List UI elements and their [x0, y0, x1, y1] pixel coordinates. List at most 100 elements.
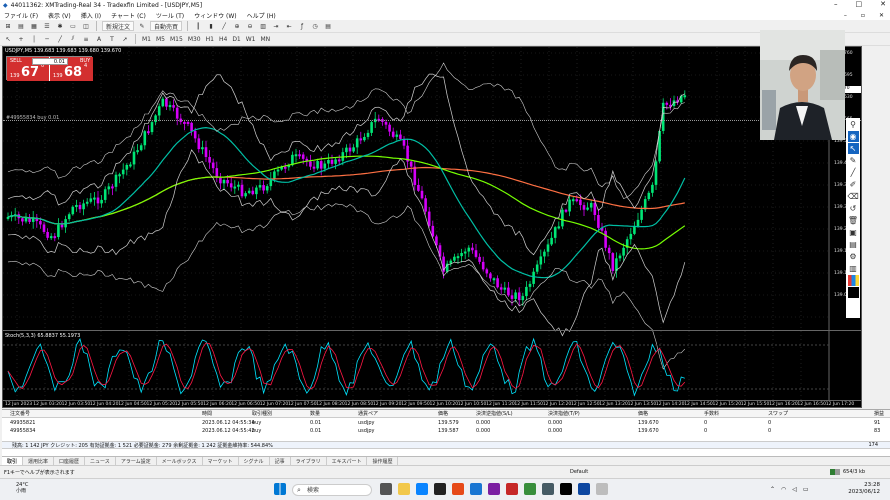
terminal-tab[interactable]: マーケット	[203, 457, 239, 465]
auto-scroll-icon[interactable]: ⇥	[271, 21, 281, 31]
zoom-out-icon[interactable]: ⊖	[245, 21, 255, 31]
undo-icon[interactable]: ↺	[848, 203, 859, 214]
vertical-line-icon[interactable]: │	[29, 34, 39, 44]
child-restore-button[interactable]: ▫	[861, 12, 865, 19]
market-watch-icon[interactable]: ▦	[29, 21, 39, 31]
price-chart[interactable]	[3, 47, 862, 408]
label-icon[interactable]: T	[107, 34, 117, 44]
minimize-button[interactable]: –	[834, 0, 838, 8]
menu-insert[interactable]: 挿入 (I)	[81, 11, 101, 20]
data-window-icon[interactable]: ☰	[42, 21, 52, 31]
tf-mn[interactable]: MN	[260, 34, 272, 44]
lot-size-input[interactable]: 0.01	[32, 58, 68, 65]
candle-chart-icon[interactable]: ▮	[206, 21, 216, 31]
crosshair-icon[interactable]: +	[16, 34, 26, 44]
col-cur-price[interactable]: 価格	[638, 410, 648, 417]
pin-icon[interactable]: ⚲	[848, 119, 859, 130]
terminal-icon[interactable]: ▭	[68, 21, 78, 31]
col-commission[interactable]: 手数料	[704, 410, 719, 417]
tf-h1[interactable]: H1	[205, 34, 215, 44]
terminal-tab[interactable]: 操作履歴	[367, 457, 399, 465]
col-time[interactable]: 時間	[202, 410, 212, 417]
pencil-icon[interactable]: ✎	[848, 155, 859, 166]
app-icon-4[interactable]	[506, 483, 518, 495]
menu-file[interactable]: ファイル (F)	[4, 11, 38, 20]
fibonacci-icon[interactable]: ≡	[81, 34, 91, 44]
app-icon-5[interactable]	[524, 483, 536, 495]
stochastic-separator[interactable]	[3, 330, 861, 331]
col-swap[interactable]: スワップ	[768, 410, 788, 417]
maximize-button[interactable]: □	[856, 0, 863, 8]
tf-w1[interactable]: W1	[245, 34, 257, 44]
navigator-icon[interactable]: ✱	[55, 21, 65, 31]
settings-icon[interactable]: ⚙	[848, 251, 859, 262]
edge-icon[interactable]	[416, 483, 428, 495]
mt4-icon[interactable]	[578, 483, 590, 495]
bar-chart-icon[interactable]: ┃	[193, 21, 203, 31]
eraser-icon[interactable]: ⌫	[848, 191, 859, 202]
task-view-icon[interactable]	[380, 483, 392, 495]
trade-row[interactable]: 49935821 2023.06.12 04:55:34 buy 0.01 usdjpy…	[2, 419, 890, 427]
terminal-tab[interactable]: メールボックス	[157, 457, 203, 465]
col-symbol[interactable]: 通貨ペア	[358, 410, 378, 417]
col-profit[interactable]: 損益	[874, 410, 884, 417]
zoom-in-icon[interactable]: ⊕	[232, 21, 242, 31]
trendline-icon[interactable]: ╱	[55, 34, 65, 44]
chart-window[interactable]: USDJPY,M5 139.683 139.683 139.680 139.67…	[2, 46, 862, 408]
channel-icon[interactable]: ⫽	[68, 34, 78, 44]
indicators-icon[interactable]: ƒ	[297, 21, 307, 31]
eye-icon[interactable]: ◉	[847, 131, 859, 142]
app-icon-1[interactable]	[434, 483, 446, 495]
child-minimize-button[interactable]: –	[844, 12, 847, 19]
terminal-tab[interactable]: 記事	[270, 457, 291, 465]
tf-m5[interactable]: M5	[155, 34, 166, 44]
chevron-up-icon[interactable]: ⌃	[770, 486, 775, 493]
file-explorer-icon[interactable]	[398, 483, 410, 495]
tf-m15[interactable]: M15	[169, 34, 184, 44]
menu-help[interactable]: ヘルプ (H)	[247, 11, 276, 20]
camera-icon[interactable]: ▣	[848, 227, 859, 238]
app-icon-8[interactable]	[596, 483, 608, 495]
tf-m30[interactable]: M30	[187, 34, 202, 44]
profiles-icon[interactable]: ▤	[16, 21, 26, 31]
terminal-tab[interactable]: 運用比率	[23, 457, 55, 465]
col-type[interactable]: 取引種別	[252, 410, 272, 417]
horizontal-line-icon[interactable]: ─	[42, 34, 52, 44]
trash-icon[interactable]: 🗑	[848, 215, 859, 226]
wifi-icon[interactable]: ◠	[781, 486, 786, 493]
menu-chart[interactable]: チャート (C)	[111, 11, 146, 20]
col-price[interactable]: 価格	[438, 410, 448, 417]
periods-icon[interactable]: ◷	[310, 21, 320, 31]
arrow-icon[interactable]: ➚	[120, 34, 130, 44]
col-tp[interactable]: 決済指値(T/P)	[548, 410, 580, 417]
close-button[interactable]: ✕	[880, 0, 886, 8]
terminal-tab[interactable]: ライブラリ	[291, 457, 327, 465]
line-tool-icon[interactable]: ╱	[848, 167, 859, 178]
tf-h4[interactable]: H4	[218, 34, 228, 44]
save-icon[interactable]: ▤	[848, 239, 859, 250]
menu-window[interactable]: ウィンドウ (W)	[194, 11, 237, 20]
col-size[interactable]: 数量	[310, 410, 320, 417]
app-icon-7[interactable]	[560, 483, 572, 495]
templates-icon[interactable]: ▤	[323, 21, 333, 31]
metaeditor-icon[interactable]: ✎	[137, 21, 147, 31]
new-chart-icon[interactable]: ⊞	[3, 21, 13, 31]
color-palette-icon[interactable]	[847, 275, 859, 286]
color-black-icon[interactable]	[847, 287, 859, 298]
brush-icon[interactable]: ✐	[848, 179, 859, 190]
tf-d1[interactable]: D1	[231, 34, 241, 44]
start-icon[interactable]	[274, 483, 286, 495]
terminal-tab[interactable]: アラーム設定	[116, 457, 157, 465]
tile-windows-icon[interactable]: ▥	[258, 21, 268, 31]
chrome-icon[interactable]	[452, 483, 464, 495]
app-icon-6[interactable]	[542, 483, 554, 495]
battery-icon[interactable]: ▭	[803, 486, 809, 493]
print-icon[interactable]: ▥	[848, 263, 859, 274]
child-close-button[interactable]: ✕	[879, 12, 884, 19]
col-ticket[interactable]: 注文番号	[10, 410, 30, 417]
menu-view[interactable]: 表示 (V)	[48, 11, 71, 20]
menu-tools[interactable]: ツール (T)	[156, 11, 184, 20]
tester-icon[interactable]: ◫	[81, 21, 91, 31]
new-order-button[interactable]: 新規注文	[102, 21, 135, 31]
order-line[interactable]	[3, 120, 861, 121]
